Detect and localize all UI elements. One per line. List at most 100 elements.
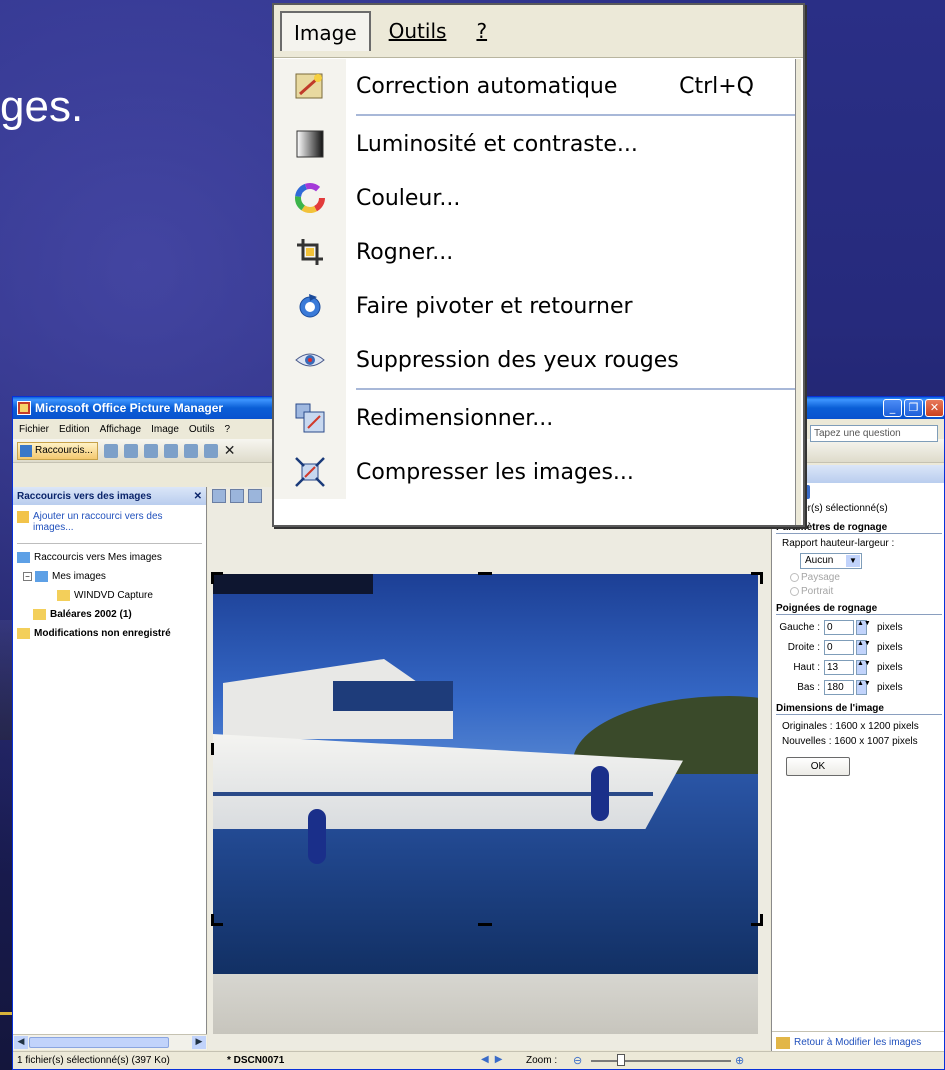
crop-handle[interactable] xyxy=(211,743,214,755)
tree-item-baleares[interactable]: Baléares 2002 (1) xyxy=(17,605,202,624)
ok-button[interactable]: OK xyxy=(786,757,850,776)
image-menu: Correction automatique Ctrl+Q Luminosité… xyxy=(274,59,796,499)
cut-icon[interactable] xyxy=(163,443,178,458)
menu-item-label: Rogner... xyxy=(356,239,454,265)
collapse-icon[interactable]: − xyxy=(23,572,32,581)
menu-outils[interactable]: Outils xyxy=(189,424,215,435)
restore-button[interactable]: ❐ xyxy=(904,399,923,417)
menu-item-label: Luminosité et contraste... xyxy=(356,131,638,157)
menu-item-label: Couleur... xyxy=(356,185,461,211)
scroll-left-icon[interactable]: ◀ xyxy=(14,1036,28,1049)
selection-status: 1 fichier(s) sélectionné(s) (397 Ko) xyxy=(17,1055,170,1066)
unit-label: pixels xyxy=(877,661,903,673)
spinner-icon[interactable]: ▲▼ xyxy=(856,619,871,635)
zoom-in-icon[interactable]: ⊕ xyxy=(735,1054,744,1067)
menu-item-label: Suppression des yeux rouges xyxy=(356,347,679,373)
shortcuts-button[interactable]: Raccourcis... xyxy=(17,441,98,460)
menu-scroll-edge xyxy=(795,59,801,525)
crop-handle[interactable] xyxy=(760,914,763,926)
tree-item-windvd[interactable]: WINDVD Capture xyxy=(17,586,202,605)
menu-item-compress[interactable]: Compresser les images... xyxy=(274,445,796,499)
resize-icon xyxy=(295,403,325,433)
print-icon[interactable] xyxy=(123,443,138,458)
shortcuts-label: Raccourcis... xyxy=(35,445,93,456)
email-icon[interactable] xyxy=(143,443,158,458)
portrait-radio[interactable]: Portrait xyxy=(772,583,944,597)
thumbnail-view-icon[interactable] xyxy=(212,489,226,503)
add-shortcut-link[interactable]: Ajouter un raccourci vers des images... xyxy=(13,505,206,539)
zoom-out-icon[interactable]: ⊖ xyxy=(573,1054,582,1067)
window-controls: _ ❐ ✕ xyxy=(883,399,944,417)
save-icon[interactable] xyxy=(103,443,118,458)
crop-handle[interactable] xyxy=(478,572,492,575)
zoom-slider-thumb[interactable] xyxy=(617,1054,625,1066)
paste-icon[interactable] xyxy=(203,443,218,458)
zoom-slider[interactable] xyxy=(591,1060,731,1062)
auto-correct-icon xyxy=(295,73,323,99)
rotate-flip-icon xyxy=(299,294,321,318)
tree-item-my-pictures-shortcut[interactable]: Raccourcis vers Mes images xyxy=(17,548,202,567)
menu-item-crop[interactable]: Rogner... xyxy=(274,225,796,279)
menu-item-label: Compresser les images... xyxy=(356,459,634,485)
tree-item-label: Mes images xyxy=(52,571,106,582)
close-pane-icon[interactable]: ✕ xyxy=(194,491,202,502)
crop-handle[interactable] xyxy=(211,572,214,584)
spinner-icon[interactable]: ▲▼ xyxy=(856,639,871,655)
spinner-icon[interactable]: ▲▼ xyxy=(856,659,871,675)
minimize-button[interactable]: _ xyxy=(883,399,902,417)
crop-right-row: Droite : 0 ▲▼ pixels xyxy=(772,637,944,657)
tree-item-unsaved[interactable]: Modifications non enregistré xyxy=(17,624,202,643)
landscape-label: Paysage xyxy=(801,572,840,583)
crop-handle[interactable] xyxy=(478,923,492,926)
tree-item-label: Baléares 2002 (1) xyxy=(50,609,132,620)
app-icon xyxy=(17,401,31,415)
tree-item-label: Modifications non enregistré xyxy=(34,628,171,639)
ratio-select[interactable]: Aucun ▼ xyxy=(800,553,862,569)
menu-affichage[interactable]: Affichage xyxy=(100,424,142,435)
crop-handle[interactable] xyxy=(211,914,214,926)
menu-image[interactable]: Image xyxy=(151,424,179,435)
delete-icon[interactable]: ✕ xyxy=(224,443,236,459)
menu-item-brightness[interactable]: Luminosité et contraste... xyxy=(274,117,796,171)
crop-handles-heading: Poignées de rognage xyxy=(776,603,942,615)
single-view-icon[interactable] xyxy=(248,489,262,503)
ratio-label: Rapport hauteur-largeur : xyxy=(782,538,895,549)
horizontal-scrollbar[interactable]: ◀ ▶ xyxy=(13,1034,207,1050)
menu-item-rotate[interactable]: Faire pivoter et retourner xyxy=(274,279,796,333)
scroll-thumb[interactable] xyxy=(29,1037,169,1048)
menu-outils[interactable]: Outils xyxy=(377,11,459,51)
landscape-radio[interactable]: Paysage xyxy=(772,569,944,583)
menu-help[interactable]: ? xyxy=(464,11,499,51)
menu-item-label: Correction automatique xyxy=(356,73,618,99)
crop-right-input[interactable]: 0 xyxy=(824,639,854,655)
crop-handle[interactable] xyxy=(760,572,763,584)
copy-icon[interactable] xyxy=(183,443,198,458)
crop-left-input[interactable]: 0 xyxy=(824,619,854,635)
filmstrip-view-icon[interactable] xyxy=(230,489,244,503)
crop-bottom-input[interactable]: 180 xyxy=(824,679,854,695)
ask-question-input[interactable]: Tapez une question xyxy=(810,425,938,442)
close-button[interactable]: ✕ xyxy=(925,399,944,417)
folder-icon xyxy=(33,609,46,620)
menu-item-color[interactable]: Couleur... xyxy=(274,171,796,225)
spinner-icon[interactable]: ▲▼ xyxy=(856,679,871,695)
scroll-right-icon[interactable]: ▶ xyxy=(192,1036,206,1049)
menu-help[interactable]: ? xyxy=(224,424,230,435)
back-to-edit-link[interactable]: Retour à Modifier les images xyxy=(772,1031,944,1053)
crop-top-input[interactable]: 13 xyxy=(824,659,854,675)
crop-icon xyxy=(297,239,323,265)
tree-item-my-pictures[interactable]: − Mes images xyxy=(17,567,202,586)
menu-item-red-eye[interactable]: Suppression des yeux rouges xyxy=(274,333,796,387)
menu-fichier[interactable]: Fichier xyxy=(19,424,49,435)
crop-top-row: Haut : 13 ▲▼ pixels xyxy=(772,657,944,677)
back-to-edit-label: Retour à Modifier les images xyxy=(794,1037,922,1048)
menu-item-resize[interactable]: Redimensionner... xyxy=(274,391,796,445)
prev-next-icon[interactable]: ◀▶ xyxy=(481,1054,508,1065)
crop-left-label: Gauche : xyxy=(779,621,820,633)
menu-edition[interactable]: Edition xyxy=(59,424,90,435)
menu-image-open[interactable]: Image xyxy=(280,11,371,51)
chevron-down-icon[interactable]: ▼ xyxy=(846,555,860,567)
menu-item-auto-correct[interactable]: Correction automatique Ctrl+Q xyxy=(274,59,796,113)
unit-label: pixels xyxy=(877,641,903,653)
crop-bottom-label: Bas : xyxy=(797,681,820,693)
